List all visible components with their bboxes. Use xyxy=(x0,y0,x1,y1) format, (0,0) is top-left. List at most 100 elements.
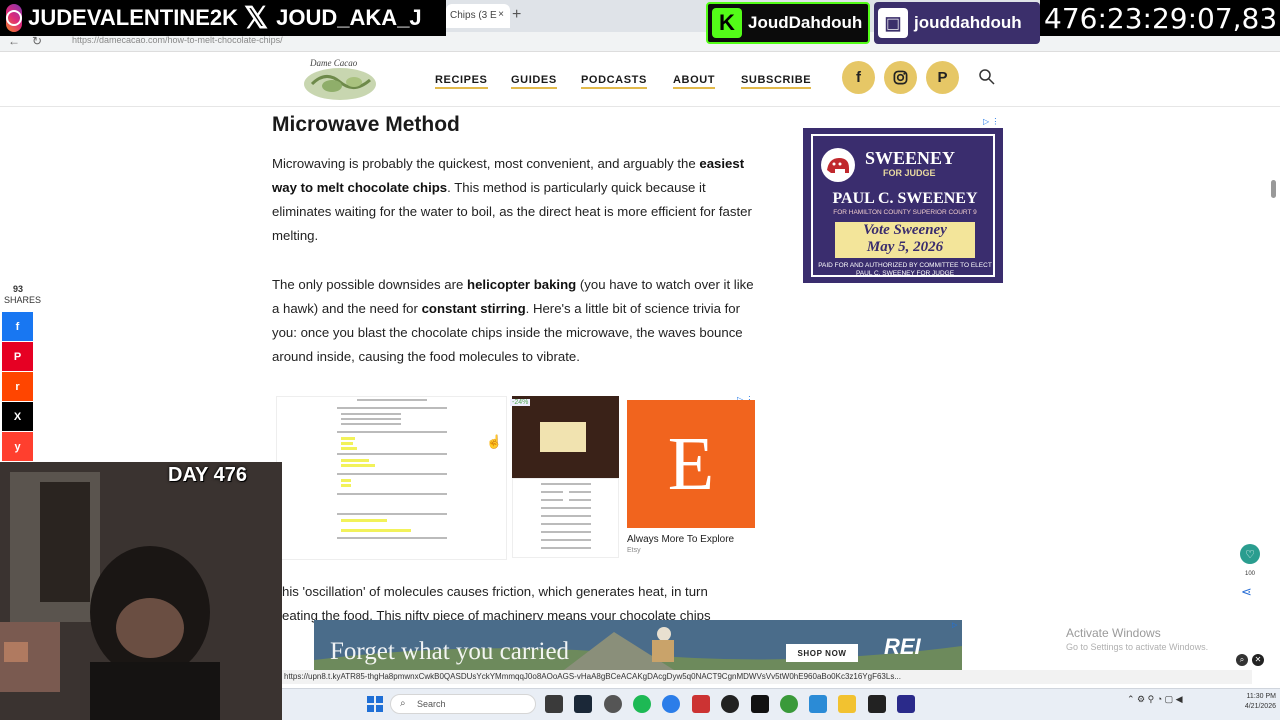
facebook-icon[interactable]: f xyxy=(842,61,875,94)
etsy-logo[interactable]: E xyxy=(627,400,755,528)
nav-subscribe[interactable]: SUBSCRIBE xyxy=(741,74,812,89)
cake-filling xyxy=(540,422,586,452)
p1-text-a: Microwaving is probably the quickest, mo… xyxy=(272,156,696,171)
share-number: 93 xyxy=(12,284,23,294)
day-counter: DAY 476 xyxy=(168,464,247,486)
judge-vote: Vote Sweeney xyxy=(863,222,947,238)
discount-badge: -24% xyxy=(510,399,531,406)
app-icon-red[interactable] xyxy=(692,695,710,713)
paragraph-3: his 'oscillation' of molecules causes fr… xyxy=(282,584,708,599)
zoom-icon[interactable]: ⌕ xyxy=(1236,654,1248,666)
app-icon-chart[interactable] xyxy=(751,695,769,713)
twitch-handle: jouddahdouh xyxy=(914,13,1022,32)
judge-title: SWEENEY xyxy=(865,148,956,168)
x-overlay: 𝕏 JOUD_AKA_J xyxy=(238,0,446,36)
spotify-icon[interactable] xyxy=(633,695,651,713)
section-heading: Microwave Method xyxy=(272,113,460,136)
tab-title: Chips (3 E xyxy=(450,10,497,21)
link-status-url: https://upn8.t.kyATR85-thgHa8pmwnxCwkB0Q… xyxy=(282,670,1252,684)
windows-start-icon[interactable] xyxy=(366,695,384,713)
app-icon-dark[interactable] xyxy=(721,695,739,713)
kick-icon: K xyxy=(712,8,742,38)
mouse-cursor-icon: ☝ xyxy=(486,434,503,449)
judge-disclaimer: PAID FOR AND AUTHORIZED BY COMMITTEE TO … xyxy=(818,262,992,277)
taskbar-search[interactable]: ⌕ Search xyxy=(390,694,536,714)
app-icon-nordvpn[interactable] xyxy=(897,695,915,713)
kick-overlay: K JoudDahdouh xyxy=(706,2,870,44)
share-icon[interactable]: ⋖ xyxy=(1241,584,1252,600)
ad-document-thumbnail[interactable] xyxy=(276,396,507,560)
share-pinterest-button[interactable]: P xyxy=(2,342,33,371)
scrollbar-thumb[interactable] xyxy=(1271,180,1276,198)
judge-name: PAUL C. SWEENEY xyxy=(832,190,978,207)
clock-date: 4/21/2026 xyxy=(1244,703,1276,710)
sidebar-ad[interactable]: SWEENEY FOR JUDGE PAUL C. SWEENEY FOR HA… xyxy=(803,128,1003,283)
judge-court: FOR HAMILTON COUNTY SUPERIOR COURT 9 xyxy=(833,209,977,216)
close-icon[interactable]: × xyxy=(498,9,504,20)
back-arrow-icon[interactable]: ← xyxy=(8,34,20,48)
taskbar-search-label: Search xyxy=(417,699,446,709)
ad-cake-image[interactable] xyxy=(512,396,619,478)
browser-tab[interactable]: Chips (3 E × xyxy=(446,4,510,28)
rei-tagline: Forget what you carried xyxy=(330,638,570,665)
search-icon: ⌕ xyxy=(400,698,406,709)
share-facebook-button[interactable]: f xyxy=(2,312,33,341)
app-icon-green[interactable] xyxy=(780,695,798,713)
ad-choices-icon-banner[interactable]: ▷ xyxy=(952,621,957,629)
new-tab-button[interactable]: + xyxy=(512,6,521,24)
twitch-overlay: ▣ jouddahdouh xyxy=(874,2,1040,44)
activate-windows-subtext: Go to Settings to activate Windows. xyxy=(1066,642,1209,652)
stream-timer: 476:23:29:07,83 xyxy=(1040,0,1280,36)
nav-recipes[interactable]: RECIPES xyxy=(435,74,488,89)
pinterest-icon[interactable]: P xyxy=(926,61,959,94)
task-view-icon[interactable] xyxy=(545,695,563,713)
p2-bold-1: helicopter baking xyxy=(467,277,577,292)
instagram-handle: JUDEVALENTINE2K xyxy=(28,5,238,30)
x-handle: JOUD_AKA_J xyxy=(276,5,422,30)
share-label: SHARES xyxy=(4,295,42,305)
file-explorer-icon[interactable] xyxy=(838,695,856,713)
webcam-feed xyxy=(0,462,282,720)
rei-logo: REI xyxy=(884,634,921,659)
ad-recipe-thumbnail[interactable] xyxy=(512,478,619,558)
instagram-icon xyxy=(6,4,23,32)
nav-guides[interactable]: GUIDES xyxy=(511,74,557,89)
app-icon-java[interactable] xyxy=(868,695,886,713)
app-icon-blue[interactable] xyxy=(809,695,827,713)
judge-date: May 5, 2026 xyxy=(866,239,944,255)
taskbar-clock[interactable]: 11:30 PM 4/21/2026 xyxy=(1222,692,1276,712)
clock-time: 11:30 PM xyxy=(1246,693,1276,700)
etsy-caption[interactable]: Always More To Explore xyxy=(627,534,734,545)
share-reddit-button[interactable]: r xyxy=(2,372,33,401)
gop-elephant-icon xyxy=(821,148,855,182)
site-logo[interactable]: Dame Cacao xyxy=(292,56,388,104)
twitch-icon: ▣ xyxy=(878,8,908,38)
search-icon[interactable] xyxy=(978,68,996,86)
activate-windows-watermark: Activate Windows xyxy=(1066,626,1161,640)
obs-icon[interactable] xyxy=(604,695,622,713)
nav-podcasts[interactable]: PODCASTS xyxy=(581,74,647,89)
system-tray[interactable]: ⌃ ⚙ ⚲ ◔ ▢ ◀ xyxy=(1127,694,1183,705)
instagram-icon[interactable] xyxy=(884,61,917,94)
p2-text-a: The only possible downsides are xyxy=(272,277,464,292)
shop-now-button[interactable]: SHOP NOW xyxy=(786,644,858,662)
favorite-count: 100 xyxy=(1244,571,1255,577)
nav-about[interactable]: ABOUT xyxy=(673,74,716,89)
url-text[interactable]: https://damecacao.com/how-to-melt-chocol… xyxy=(72,35,283,45)
p2-bold-2: constant stirring xyxy=(421,301,526,316)
etsy-subcaption: Etsy xyxy=(627,547,641,554)
ad-choices-icon[interactable]: ▷ ⋮ xyxy=(983,117,999,126)
steam-icon[interactable] xyxy=(574,695,592,713)
reload-icon[interactable]: ↻ xyxy=(32,34,42,48)
svg-text:Dame Cacao: Dame Cacao xyxy=(309,58,358,68)
close-ad-icon[interactable]: ✕ xyxy=(1252,654,1264,666)
x-logo-icon: 𝕏 xyxy=(244,1,269,35)
kick-handle: JoudDahdouh xyxy=(748,13,863,32)
paragraph-1: Microwaving is probably the quickest, mo… xyxy=(272,152,764,248)
favorite-heart-icon[interactable]: ♡ xyxy=(1240,544,1260,564)
share-count: 93 SHARES xyxy=(4,284,42,306)
paragraph-2: The only possible downsides are helicopt… xyxy=(272,273,764,369)
share-yummly-button[interactable]: y xyxy=(2,432,33,461)
edge-icon[interactable] xyxy=(662,695,680,713)
share-x-button[interactable]: X xyxy=(2,402,33,431)
